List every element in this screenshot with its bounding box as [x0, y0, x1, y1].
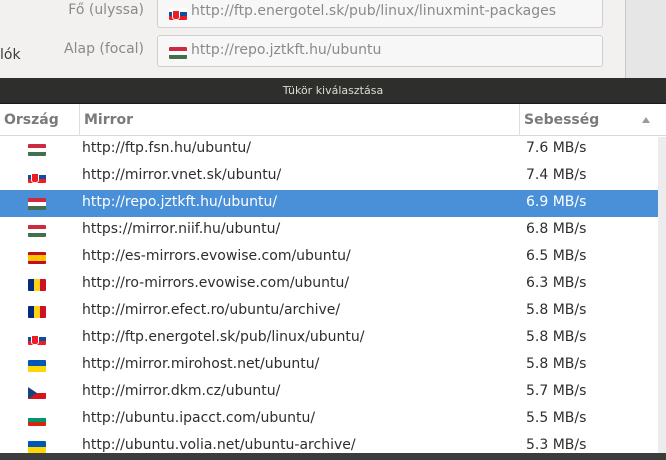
source-url-base: http://repo.jztkft.hu/ubuntu — [191, 42, 382, 58]
hu-flag-icon — [169, 47, 187, 59]
bg-flag-icon — [28, 414, 46, 426]
source-label-main: Fő (ulyssa) — [68, 2, 144, 18]
dialog-titlebar[interactable]: Tükör kiválasztása — [0, 78, 666, 104]
parent-window: lók Fő (ulyssa) http://ftp.energotel.sk/… — [0, 0, 626, 80]
mirror-speed: 5.7 MB/s — [526, 383, 587, 399]
mirror-url: http://es-mirrors.evowise.com/ubuntu/ — [82, 248, 351, 264]
mirror-url: http://ftp.fsn.hu/ubuntu/ — [82, 140, 251, 156]
mirror-url: http://ubuntu.ipacct.com/ubuntu/ — [82, 410, 316, 426]
cz-flag-icon — [28, 387, 46, 399]
hu-flag-icon — [28, 198, 46, 210]
column-headers: Ország Mirror Sebesség — [0, 104, 666, 136]
scrollbar[interactable] — [658, 137, 666, 453]
mirror-speed: 5.3 MB/s — [526, 437, 587, 453]
parent-window-edge — [626, 0, 666, 80]
column-header-speed[interactable]: Sebesség — [520, 104, 658, 136]
mirror-speed: 6.3 MB/s — [526, 275, 587, 291]
table-row[interactable]: http://mirror.vnet.sk/ubuntu/7.4 MB/s — [0, 163, 658, 190]
mirror-list: http://ftp.fsn.hu/ubuntu/7.6 MB/s http://… — [0, 136, 666, 460]
mirror-speed: 6.9 MB/s — [526, 194, 587, 210]
sort-ascending-icon — [642, 117, 650, 123]
mirror-url: http://mirror.dkm.cz/ubuntu/ — [82, 383, 281, 399]
column-header-mirror[interactable]: Mirror — [80, 104, 520, 136]
table-row[interactable]: http://ro-mirrors.evowise.com/ubuntu/6.3… — [0, 271, 658, 298]
column-header-country[interactable]: Ország — [0, 104, 80, 136]
table-row[interactable]: https://mirror.niif.hu/ubuntu/6.8 MB/s — [0, 217, 658, 244]
sk-flag-icon — [169, 8, 187, 20]
mirror-url: http://ftp.energotel.sk/pub/linux/ubuntu… — [82, 329, 365, 345]
mirror-speed: 5.8 MB/s — [526, 302, 587, 318]
mirror-url: http://ubuntu.volia.net/ubuntu-archive/ — [82, 437, 356, 453]
mirror-url: http://repo.jztkft.hu/ubuntu/ — [82, 194, 278, 210]
ua-flag-icon — [28, 360, 46, 372]
sk-flag-icon — [28, 333, 46, 345]
mirror-speed: 6.5 MB/s — [526, 248, 587, 264]
mirror-speed: 6.8 MB/s — [526, 221, 587, 237]
source-row-main: Fő (ulyssa) http://ftp.energotel.sk/pub/… — [0, 0, 625, 28]
hu-flag-icon — [28, 225, 46, 237]
source-url-main-field[interactable]: http://ftp.energotel.sk/pub/linux/linuxm… — [157, 0, 603, 28]
mirror-speed: 7.6 MB/s — [526, 140, 587, 156]
table-row[interactable]: http://ubuntu.ipacct.com/ubuntu/5.5 MB/s — [0, 406, 658, 433]
source-url-base-field[interactable]: http://repo.jztkft.hu/ubuntu — [157, 35, 603, 67]
mirror-url: http://mirror.mirohost.net/ubuntu/ — [82, 356, 320, 372]
column-header-speed-label: Sebesség — [524, 112, 600, 128]
table-row[interactable]: http://mirror.dkm.cz/ubuntu/5.7 MB/s — [0, 379, 658, 406]
sk-flag-icon — [28, 171, 46, 183]
table-row[interactable]: http://ubuntu.volia.net/ubuntu-archive/5… — [0, 433, 658, 460]
mirror-url: https://mirror.niif.hu/ubuntu/ — [82, 221, 281, 237]
ro-flag-icon — [28, 306, 46, 318]
hu-flag-icon — [28, 144, 46, 156]
table-row[interactable]: http://mirror.mirohost.net/ubuntu/5.8 MB… — [0, 352, 658, 379]
ua-flag-icon — [28, 441, 46, 453]
table-row[interactable]: http://ftp.fsn.hu/ubuntu/7.6 MB/s — [0, 136, 658, 163]
mirror-url: http://mirror.vnet.sk/ubuntu/ — [82, 167, 282, 183]
mirror-url: http://mirror.efect.ro/ubuntu/archive/ — [82, 302, 341, 318]
source-row-base: Alap (focal) http://repo.jztkft.hu/ubunt… — [0, 35, 625, 67]
mirror-speed: 7.4 MB/s — [526, 167, 587, 183]
mirror-dialog: Tükör kiválasztása Ország Mirror Sebessé… — [0, 78, 666, 453]
table-row[interactable]: http://es-mirrors.evowise.com/ubuntu/6.5… — [0, 244, 658, 271]
table-row[interactable]: http://repo.jztkft.hu/ubuntu/6.9 MB/s — [0, 190, 658, 217]
ro-flag-icon — [28, 279, 46, 291]
mirror-speed: 5.8 MB/s — [526, 356, 587, 372]
es-flag-icon — [28, 252, 46, 264]
source-label-base: Alap (focal) — [64, 41, 144, 57]
mirror-speed: 5.5 MB/s — [526, 410, 587, 426]
source-url-main: http://ftp.energotel.sk/pub/linux/linuxm… — [191, 3, 557, 19]
table-row[interactable]: http://mirror.efect.ro/ubuntu/archive/5.… — [0, 298, 658, 325]
mirror-speed: 5.8 MB/s — [526, 329, 587, 345]
table-row[interactable]: http://ftp.energotel.sk/pub/linux/ubuntu… — [0, 325, 658, 352]
mirror-url: http://ro-mirrors.evowise.com/ubuntu/ — [82, 275, 350, 291]
